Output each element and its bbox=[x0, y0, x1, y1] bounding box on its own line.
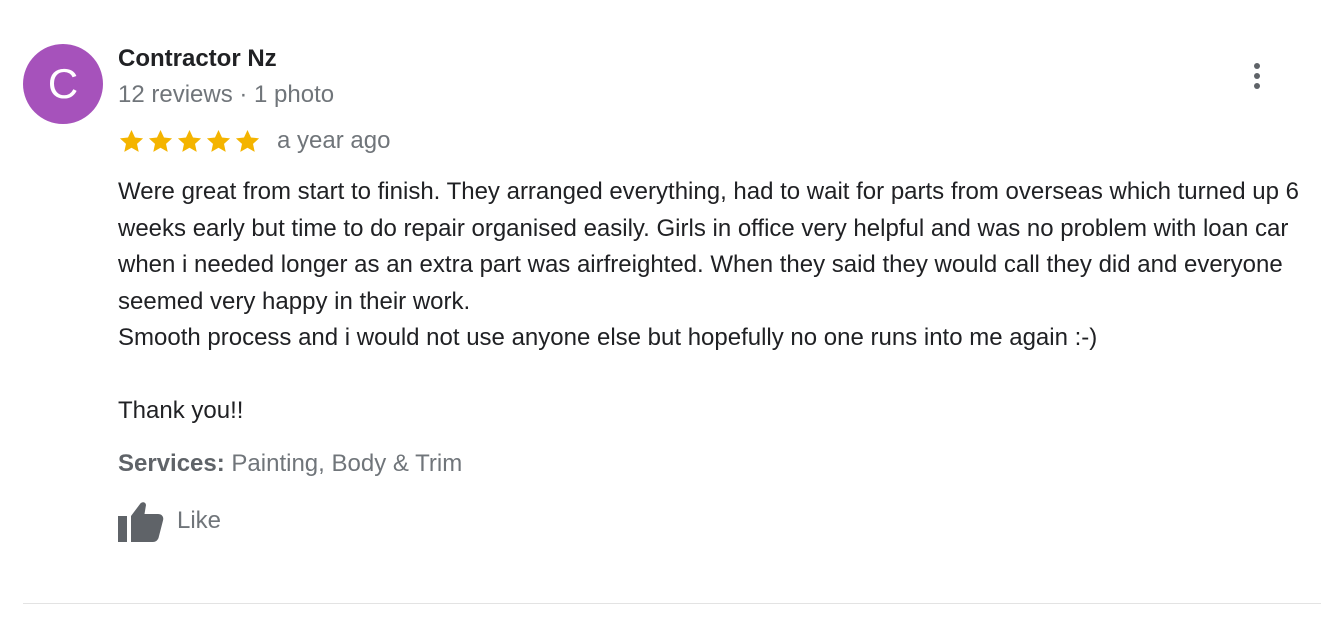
divider bbox=[23, 603, 1321, 604]
reviewer-name[interactable]: Contractor Nz bbox=[118, 44, 277, 74]
review-paragraph: Thank you!! bbox=[118, 397, 244, 424]
more-vert-icon-dot bbox=[1254, 83, 1260, 89]
review-text: Were great from start to finish. They ar… bbox=[118, 174, 1308, 430]
like-label: Like bbox=[177, 507, 222, 534]
services-line: Services: Painting, Body & Trim bbox=[118, 449, 462, 479]
star-rating bbox=[118, 128, 261, 155]
thumbs-up-icon bbox=[118, 502, 164, 542]
review-paragraph: Were great from start to finish. They ar… bbox=[118, 178, 1300, 315]
star-icon bbox=[148, 129, 173, 152]
like-button[interactable]: Like bbox=[118, 500, 221, 542]
star-icon bbox=[119, 129, 144, 152]
avatar[interactable]: C bbox=[23, 44, 103, 124]
more-vert-icon bbox=[1254, 63, 1260, 69]
star-icon bbox=[177, 129, 202, 152]
star-icon bbox=[206, 129, 231, 152]
reviewer-meta: 12 reviews · 1 photo bbox=[118, 81, 335, 108]
more-options-button[interactable] bbox=[1244, 58, 1270, 94]
avatar-letter: C bbox=[47, 60, 79, 107]
more-vert-icon-dot bbox=[1254, 73, 1260, 79]
services-value: Painting, Body & Trim bbox=[231, 450, 463, 477]
review-paragraph: Smooth process and i would not use anyon… bbox=[118, 324, 1098, 351]
rating-row: a year ago bbox=[118, 126, 390, 156]
services-label: Services: bbox=[118, 450, 225, 477]
review-time: a year ago bbox=[277, 127, 391, 154]
star-icon bbox=[235, 129, 260, 152]
